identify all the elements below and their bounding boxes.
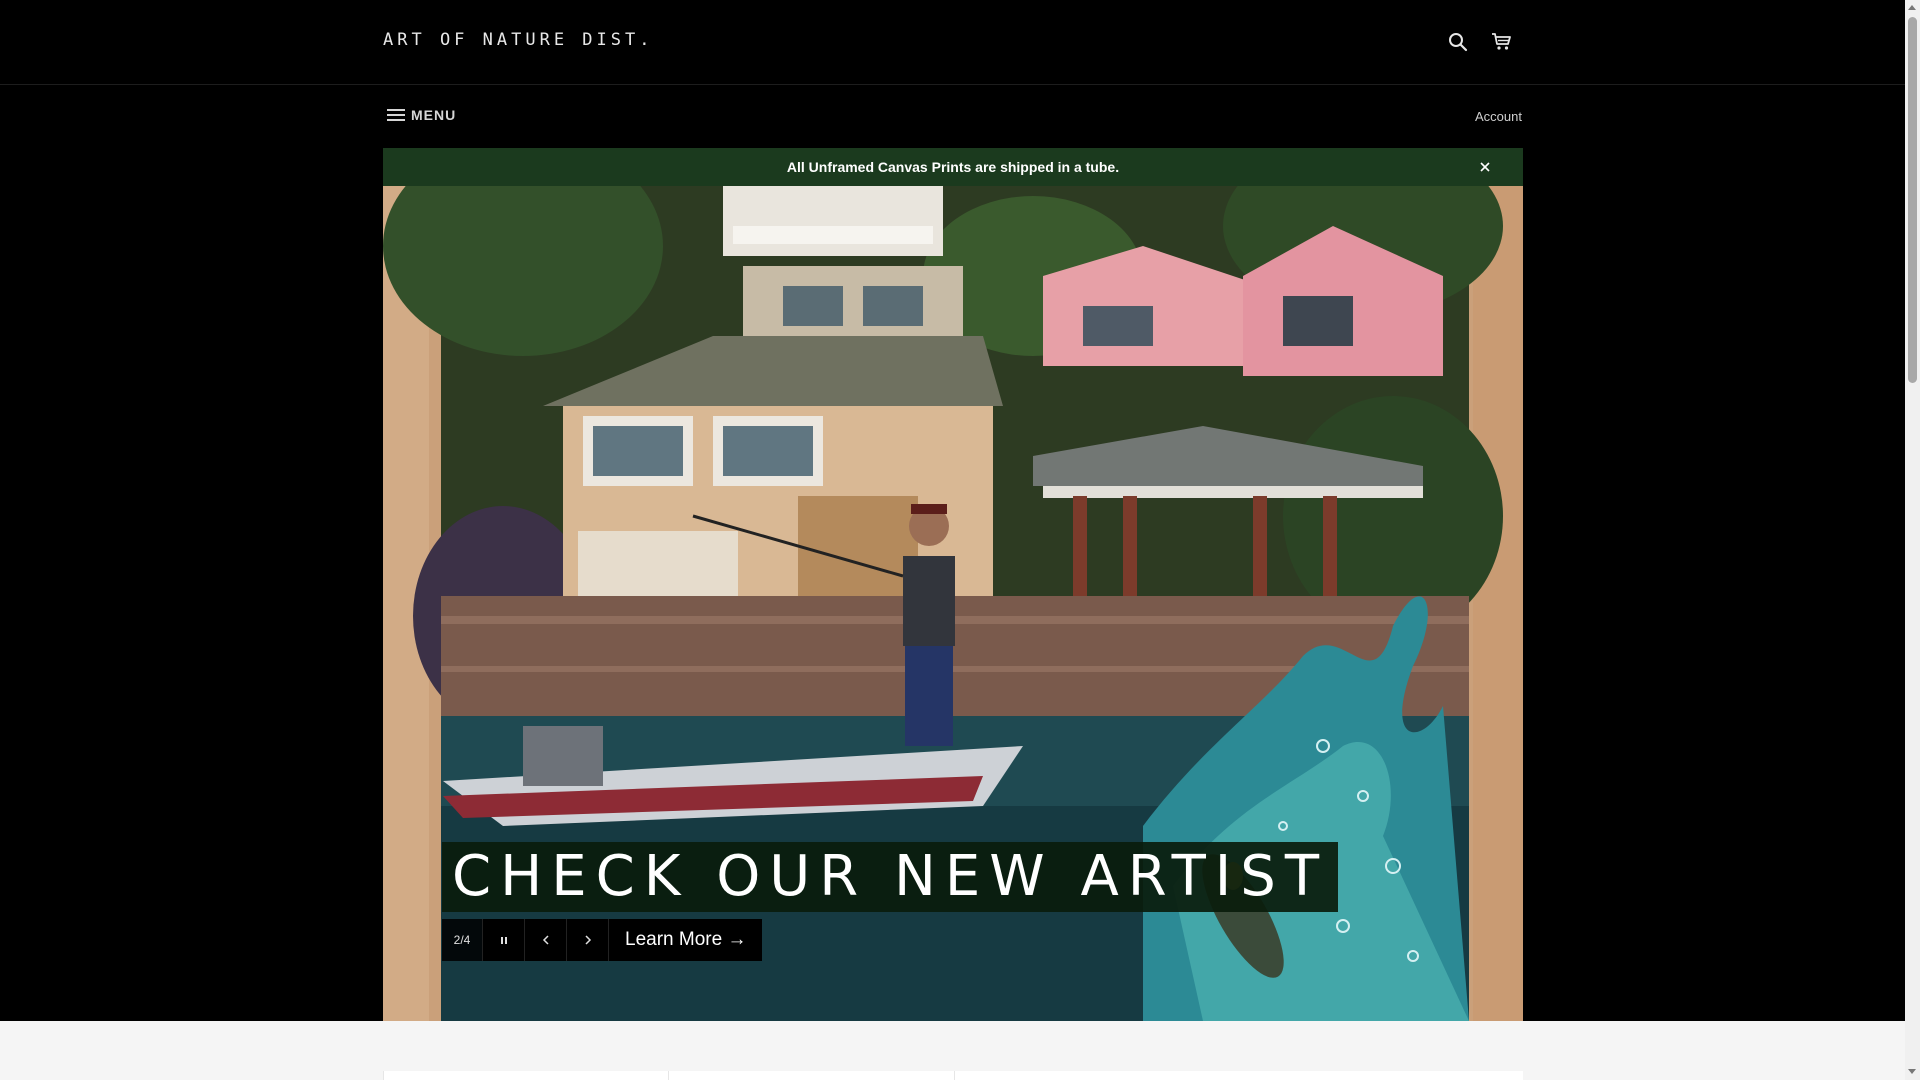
cart-icon — [1492, 33, 1511, 50]
site-logo[interactable]: ART OF NATURE DIST. — [383, 30, 653, 50]
previous-slide-button[interactable] — [525, 919, 567, 961]
hero-slideshow: CHECK OUR NEW ARTIST 2/4 Learn More → — [383, 186, 1523, 1021]
next-slide-button[interactable] — [567, 919, 609, 961]
cart-button[interactable] — [1486, 26, 1518, 58]
search-button[interactable] — [1442, 26, 1474, 58]
product-card[interactable] — [953, 1071, 1523, 1080]
scroll-up-arrow-icon[interactable] — [1908, 5, 1916, 10]
chevron-right-icon — [584, 935, 591, 945]
menu-label: MENU — [411, 107, 457, 123]
product-card-strip — [383, 1071, 1523, 1080]
announcement-bar: All Unframed Canvas Prints are shipped i… — [383, 148, 1523, 186]
product-card[interactable] — [383, 1071, 669, 1080]
page: ART OF NATURE DIST. MENU Account All Unf… — [0, 0, 1905, 1080]
announcement-text: All Unframed Canvas Prints are shipped i… — [786, 159, 1120, 175]
nav-bar: MENU Account — [0, 85, 1905, 147]
hero-heading-box: CHECK OUR NEW ARTIST — [442, 842, 1339, 912]
pause-icon — [500, 937, 507, 944]
hero-heading: CHECK OUR NEW ARTIST — [452, 844, 1329, 909]
slide-counter: 2/4 — [442, 919, 483, 961]
slider-controls: 2/4 Learn More → — [442, 919, 763, 961]
featured-collection-section — [0, 1021, 1905, 1080]
scroll-down-arrow-icon[interactable] — [1908, 1069, 1916, 1074]
search-icon — [1449, 33, 1468, 52]
learn-more-button[interactable]: Learn More → — [609, 919, 763, 961]
scroll-thumb[interactable] — [1908, 17, 1917, 383]
chevron-left-icon — [542, 935, 549, 945]
site-header: ART OF NATURE DIST. — [0, 0, 1905, 85]
product-card[interactable] — [668, 1071, 954, 1080]
menu-button[interactable]: MENU — [387, 107, 456, 123]
page-scrollbar[interactable] — [1905, 0, 1920, 1080]
hamburger-icon — [387, 109, 405, 121]
pause-button[interactable] — [483, 919, 525, 961]
close-icon[interactable] — [1477, 159, 1493, 175]
account-link[interactable]: Account — [1475, 109, 1522, 124]
